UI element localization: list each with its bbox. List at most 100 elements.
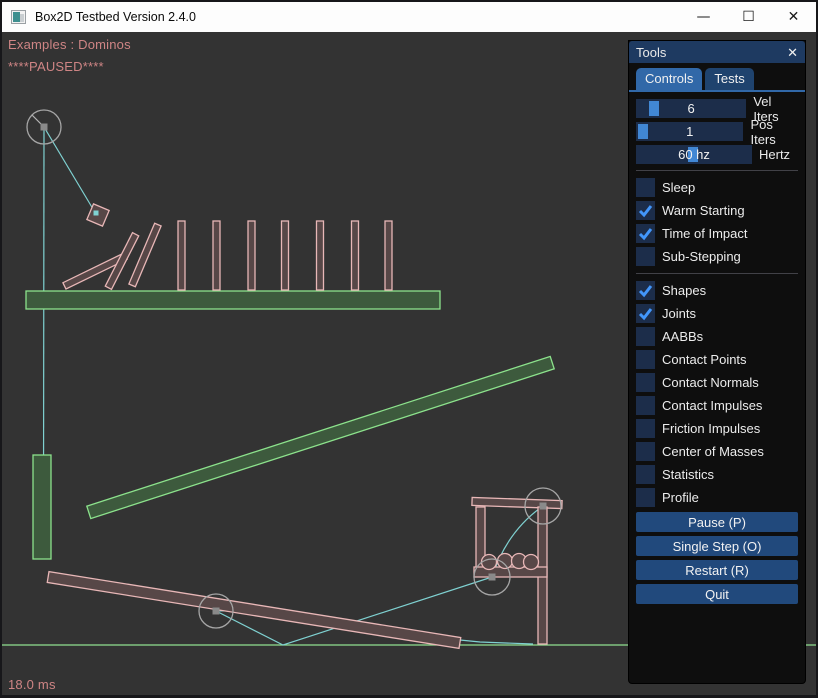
check-icon: [636, 304, 655, 323]
slider-track-pos-iters[interactable]: 1: [636, 122, 743, 141]
checkbox-label: Shapes: [662, 283, 706, 298]
ball-4: [524, 555, 539, 570]
slider-row: 60 hz Hertz: [636, 145, 798, 164]
checkbox-time-of-impact[interactable]: [636, 224, 655, 243]
close-button[interactable]: ✕: [771, 2, 816, 32]
check-icon: [636, 201, 655, 220]
joint-to-bob: [44, 127, 96, 214]
slider-track-hertz[interactable]: 60 hz: [636, 145, 752, 164]
os-titlebar[interactable]: Box2D Testbed Version 2.4.0 — ☐ ✕: [2, 2, 816, 32]
window-title: Box2D Testbed Version 2.4.0: [35, 10, 196, 24]
checkbox-label: Sleep: [662, 180, 695, 195]
checkbox-warm-starting[interactable]: [636, 201, 655, 220]
checkbox-row: Warm Starting: [636, 199, 798, 222]
panel-close-icon[interactable]: ✕: [787, 46, 798, 59]
restart-r-button[interactable]: Restart (R): [636, 560, 798, 580]
check-icon: [636, 224, 655, 243]
anchor-frame-top: [540, 503, 547, 510]
checkbox-row: Contact Normals: [636, 371, 798, 394]
slider-value: 1: [636, 122, 743, 141]
paused-label: ****PAUSED****: [8, 59, 104, 74]
separator: [636, 273, 798, 274]
physics-canvas[interactable]: Examples : Dominos ****PAUSED**** 18.0 m…: [0, 32, 818, 698]
slider-value: 60 hz: [636, 145, 752, 164]
ball-1: [482, 555, 497, 570]
domino-3: [248, 221, 255, 290]
pause-p-button[interactable]: Pause (P): [636, 512, 798, 532]
domino-4: [282, 221, 289, 290]
vertical-plank: [33, 455, 51, 559]
single-step-o-button[interactable]: Single Step (O): [636, 536, 798, 556]
checkbox-friction-impulses[interactable]: [636, 419, 655, 438]
diagonal-plank: [87, 356, 554, 518]
tab-bar: ControlsTests: [629, 63, 805, 92]
domino-5: [317, 221, 324, 290]
anchor-bob: [94, 211, 99, 216]
domino-2: [213, 221, 220, 290]
checkbox-label: Profile: [662, 490, 699, 505]
checkbox-label: Joints: [662, 306, 696, 321]
panel-titlebar[interactable]: Tools ✕: [629, 41, 805, 63]
button-group: Pause (P) Single Step (O) Restart (R) Quit: [629, 509, 805, 604]
checkbox-label: Statistics: [662, 467, 714, 482]
checkbox-row: Sub-Stepping: [636, 245, 798, 268]
checkbox-row: Friction Impulses: [636, 417, 798, 440]
checkbox-label: Friction Impulses: [662, 421, 760, 436]
slider-row: 6Vel Iters: [636, 99, 798, 118]
checkbox-row: Statistics: [636, 463, 798, 486]
checkbox-row: Shapes: [636, 279, 798, 302]
domino-7: [385, 221, 392, 290]
tab-controls[interactable]: Controls: [636, 68, 702, 90]
domino-6: [352, 221, 359, 290]
seesaw-plank: [47, 572, 460, 649]
checkbox-row: Time of Impact: [636, 222, 798, 245]
tab-tests[interactable]: Tests: [705, 68, 753, 90]
checkbox-sub-stepping[interactable]: [636, 247, 655, 266]
checkbox-label: Warm Starting: [662, 203, 745, 218]
checkbox-row: Joints: [636, 302, 798, 325]
slider-track-vel-iters[interactable]: 6: [636, 99, 746, 118]
platform: [26, 291, 440, 309]
checkbox-row: Center of Masses: [636, 440, 798, 463]
checkbox-label: Contact Impulses: [662, 398, 762, 413]
anchor-seesaw: [213, 608, 220, 615]
slider-group: 6Vel Iters1Pos Iters60 hzHertz: [629, 92, 805, 164]
checkbox-shapes[interactable]: [636, 281, 655, 300]
slider-label: Pos Iters: [750, 117, 798, 147]
checkbox-row: Contact Impulses: [636, 394, 798, 417]
app-icon: [11, 10, 26, 24]
anchor-pendulum: [41, 124, 48, 131]
example-label: Examples : Dominos: [8, 37, 131, 52]
window-controls: — ☐ ✕: [681, 2, 816, 32]
slider-label: Hertz: [759, 147, 790, 162]
checkbox-aabbs[interactable]: [636, 327, 655, 346]
checkbox-center-of-masses[interactable]: [636, 442, 655, 461]
checkbox-contact-points[interactable]: [636, 350, 655, 369]
separator: [636, 170, 798, 171]
maximize-button[interactable]: ☐: [726, 2, 771, 32]
checkbox-label: AABBs: [662, 329, 703, 344]
checkbox-label: Time of Impact: [662, 226, 747, 241]
checkbox-label: Contact Points: [662, 352, 747, 367]
checkbox-list: Sleep Warm Starting Time of Impact Sub-Step…: [629, 176, 805, 509]
panel-title: Tools: [636, 45, 666, 60]
checkbox-profile[interactable]: [636, 488, 655, 507]
frame-time-label: 18.0 ms: [8, 677, 56, 692]
tools-panel: Tools ✕ ControlsTests 6Vel Iters1Pos Ite…: [628, 40, 806, 684]
domino-1: [178, 221, 185, 290]
slider-value: 6: [636, 99, 746, 118]
slider-row: 1Pos Iters: [636, 122, 798, 141]
checkbox-sleep[interactable]: [636, 178, 655, 197]
checkbox-label: Contact Normals: [662, 375, 759, 390]
quit-button[interactable]: Quit: [636, 584, 798, 604]
checkbox-label: Center of Masses: [662, 444, 764, 459]
checkbox-row: Contact Points: [636, 348, 798, 371]
checkbox-joints[interactable]: [636, 304, 655, 323]
checkbox-label: Sub-Stepping: [662, 249, 741, 264]
joint-vertical: [44, 127, 45, 508]
minimize-button[interactable]: —: [681, 2, 726, 32]
checkbox-contact-impulses[interactable]: [636, 396, 655, 415]
check-icon: [636, 281, 655, 300]
checkbox-contact-normals[interactable]: [636, 373, 655, 392]
checkbox-statistics[interactable]: [636, 465, 655, 484]
